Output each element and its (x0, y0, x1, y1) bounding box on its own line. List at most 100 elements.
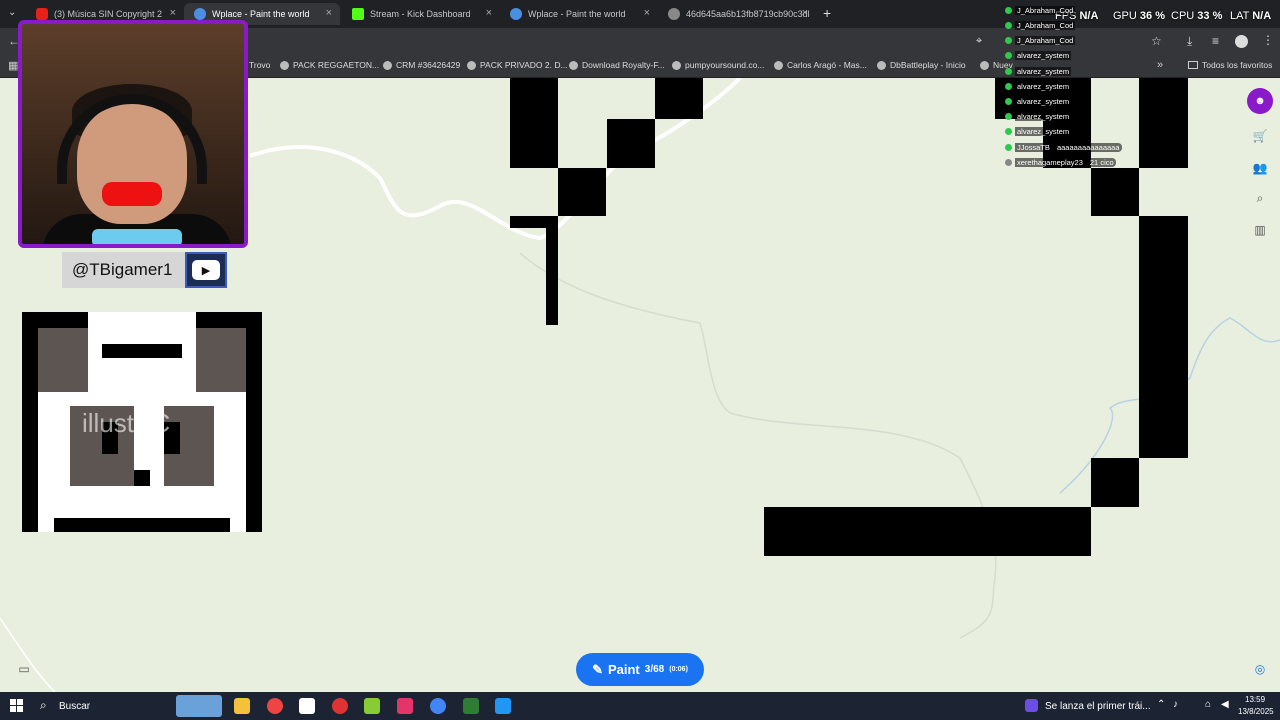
badge-icon (1005, 6, 1012, 14)
tab-title: Wplace - Paint the world (212, 9, 310, 19)
locate-icon[interactable]: ◎ (1250, 659, 1270, 679)
lat-stat: LAT N/A (1230, 10, 1272, 22)
close-icon[interactable]: × (326, 7, 332, 19)
badge-icon (1005, 158, 1012, 166)
windows-start-icon[interactable] (10, 699, 23, 712)
pixel (607, 119, 655, 168)
mic-icon[interactable]: ♪ (1173, 699, 1178, 710)
tab-title: Wplace - Paint the world (528, 9, 626, 19)
chrome-icon[interactable] (267, 698, 283, 714)
close-icon[interactable]: × (486, 7, 492, 19)
chat-message: xerethagameplay23 21 cico (1005, 155, 1116, 169)
more-icon[interactable]: ⋮ (1262, 33, 1274, 47)
download-icon[interactable]: ⤓ (1187, 34, 1192, 49)
chrome-icon[interactable] (430, 698, 446, 714)
bookmark-item[interactable]: Trovo (249, 60, 270, 70)
badge-icon (1005, 97, 1012, 105)
news-icon[interactable] (1025, 699, 1038, 712)
folder-icon[interactable] (234, 698, 250, 714)
bookmark-item[interactable]: Carlos Aragó - Mas... (774, 60, 867, 70)
windows-taskbar: ⌕ Buscar Se lanza el primer trái... ⌃ ♪ … (0, 692, 1280, 720)
close-icon[interactable]: × (170, 7, 176, 19)
volume-icon[interactable]: ◀ (1221, 699, 1229, 710)
bookmark-item[interactable]: pumpyoursound.co... (672, 60, 764, 70)
cpu-stat: CPU 33 % (1171, 10, 1223, 22)
youtube-play-icon: ▶ (192, 260, 220, 280)
all-bookmarks[interactable]: Todos los favoritos (1188, 60, 1272, 70)
wplace-logo-icon[interactable]: ☻ (1247, 88, 1273, 114)
tiktok-icon[interactable] (397, 698, 413, 714)
shirt-logo (92, 229, 182, 244)
search-icon[interactable]: ⌕ (40, 698, 47, 713)
panda-template: illustAC (22, 312, 262, 532)
badge-icon (1005, 143, 1012, 151)
brush-icon: ✎ (592, 661, 603, 677)
pixel (510, 216, 558, 228)
chevron-up-icon[interactable]: ⌃ (1157, 699, 1165, 710)
bookmark-item[interactable]: CRM #36426429 (383, 60, 460, 70)
bookmark-icon (383, 60, 392, 70)
tab-wplace[interactable]: Wplace - Paint the world × (500, 3, 658, 25)
clock-date[interactable]: 13/8/2025 (1238, 707, 1274, 716)
star-icon[interactable]: ☆ (1151, 34, 1162, 48)
globe-icon (668, 8, 680, 20)
tab-list-icon[interactable]: ⌄ (8, 7, 16, 18)
kick-icon (352, 8, 364, 20)
bookmark-icon (569, 60, 578, 70)
news-ticker[interactable]: Se lanza el primer trái... (1045, 701, 1151, 712)
gpu-stat: GPU 36 % (1113, 10, 1165, 22)
capcut-icon[interactable] (299, 698, 315, 714)
panda-watermark: illustAC (82, 408, 171, 438)
clock-time[interactable]: 13:59 (1245, 695, 1265, 704)
badge-icon (1005, 127, 1012, 135)
taskbar-search[interactable]: Buscar (59, 701, 90, 712)
app-icon[interactable] (332, 698, 348, 714)
chat-message: alvarez_system (1005, 124, 1072, 138)
badge-icon (1005, 36, 1012, 44)
chevron-right-icon[interactable]: » (1157, 59, 1163, 71)
panda-ear-right (196, 312, 246, 392)
badge-icon (1005, 67, 1012, 75)
bookmark-item[interactable]: PACK REGGAETON... (280, 60, 379, 70)
location-icon[interactable]: ⌖ (976, 35, 982, 48)
new-tab-button[interactable]: + (823, 5, 831, 21)
badge-icon (1005, 21, 1012, 29)
panda-head-top (102, 344, 182, 358)
app-icon[interactable] (364, 698, 380, 714)
bookmark-item[interactable]: DbBattleplay - Inicio (877, 60, 966, 70)
tab-title: Stream - Kick Dashboard (370, 9, 471, 19)
badge-icon (1005, 82, 1012, 90)
pixel (510, 78, 558, 168)
apps-icon[interactable]: ▦ (8, 59, 18, 72)
avatar[interactable] (1235, 35, 1248, 48)
chat-message: J_Abraham_Cod (1005, 33, 1076, 47)
tab-image[interactable]: 46d645aa6b13fb8719cb90c3dl × (658, 3, 816, 25)
chat-message: J_Abraham_Cod (1005, 3, 1076, 17)
tab-kick[interactable]: Stream - Kick Dashboard × (342, 3, 500, 25)
chat-message: alvarez_system (1005, 64, 1072, 78)
app-icon[interactable] (463, 698, 479, 714)
users-icon[interactable]: 👥 (1250, 158, 1270, 178)
webcam-overlay (18, 20, 248, 248)
bookmark-item[interactable]: PACK PRIVADO 2. D... (467, 60, 568, 70)
youtube-icon (36, 8, 48, 20)
network-icon[interactable]: ⌂ (1205, 699, 1211, 710)
menu-icon[interactable]: ≡ (1212, 34, 1219, 48)
paint-button[interactable]: ✎ Paint 3/68 (0:06) (576, 653, 704, 686)
pixel (1139, 216, 1188, 458)
chat-message: alvarez_system (1005, 94, 1072, 108)
app-icon[interactable] (495, 698, 511, 714)
bookmark-item[interactable]: Download Royalty-F... (569, 60, 665, 70)
pixel (655, 78, 703, 119)
map-layer-icon[interactable]: ▭ (14, 659, 34, 679)
tab-title: 46d645aa6b13fb8719cb90c3dl (686, 9, 810, 19)
weather-widget-icon[interactable] (176, 695, 222, 717)
youtube-badge: ▶ (185, 252, 227, 288)
chat-message: alvarez_system (1005, 109, 1072, 123)
store-icon[interactable]: 🛒 (1250, 126, 1270, 146)
close-icon[interactable]: × (802, 7, 808, 19)
search-icon[interactable]: ⌕ (1250, 188, 1270, 208)
close-icon[interactable]: × (644, 7, 650, 19)
bookmark-icon (467, 60, 476, 70)
leaderboard-icon[interactable]: ▥ (1250, 220, 1270, 240)
